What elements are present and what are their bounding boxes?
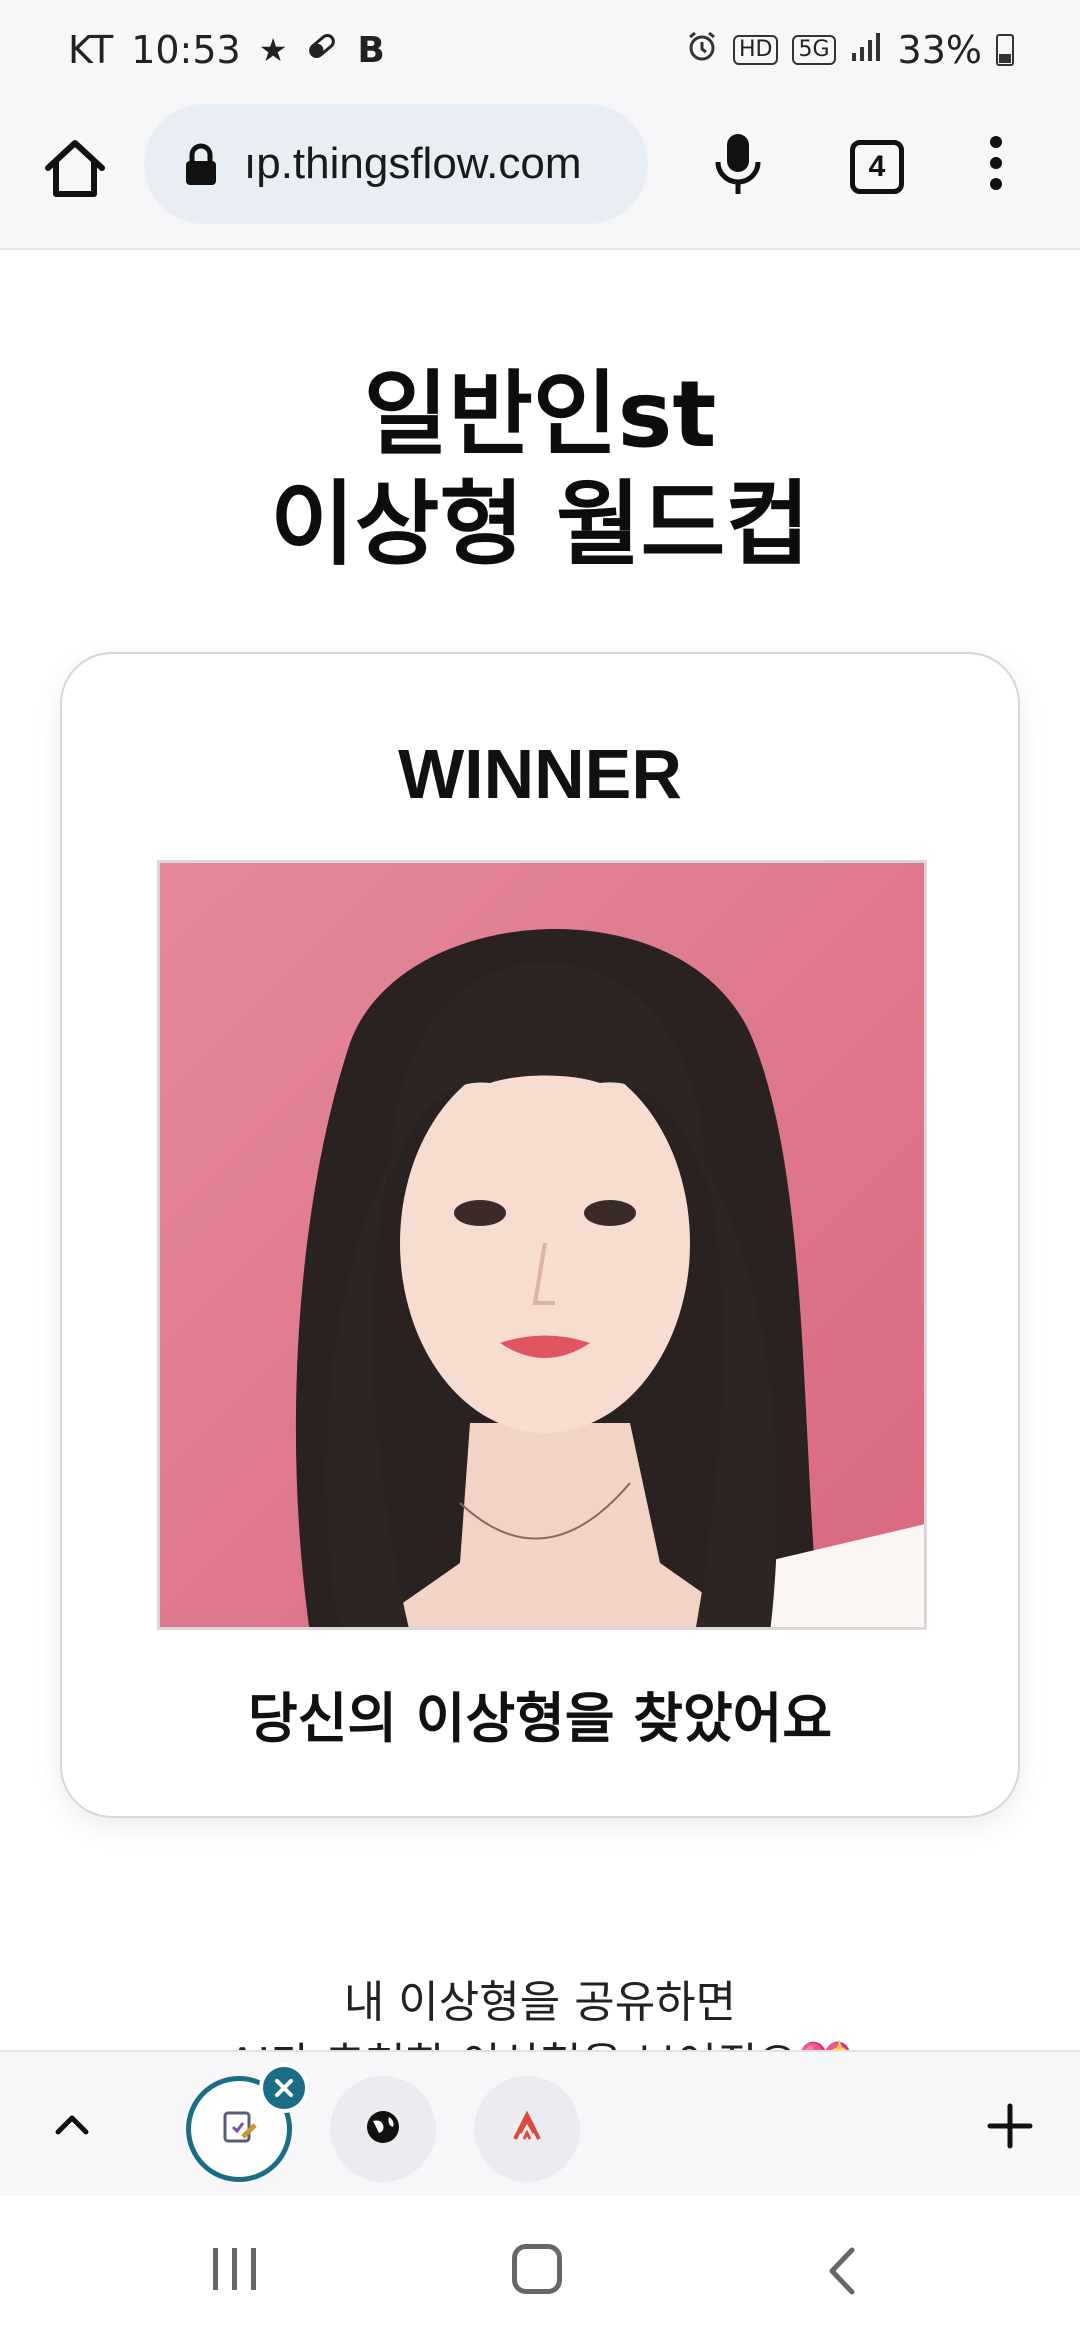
page-title-line2: 이상형 월드컵 bbox=[270, 471, 810, 578]
url-text: ıp.thingsflow.com bbox=[244, 139, 582, 188]
portrait-illustration bbox=[160, 863, 924, 1627]
home-nav-icon[interactable] bbox=[512, 2244, 562, 2294]
mic-icon[interactable] bbox=[710, 130, 766, 200]
lock-icon bbox=[184, 142, 218, 186]
hd-badge: HD bbox=[733, 35, 779, 65]
note-edit-icon bbox=[219, 2107, 259, 2151]
recents-icon[interactable] bbox=[210, 2246, 260, 2292]
status-right: HD 5G 33% bbox=[685, 28, 1014, 72]
more-vert-icon[interactable] bbox=[984, 136, 1008, 200]
tab-switcher-button[interactable]: 4 bbox=[850, 140, 904, 194]
status-bar: KT 10:53 ★ B HD 5G 33% bbox=[0, 0, 1080, 100]
winner-photo bbox=[157, 860, 927, 1630]
screen: KT 10:53 ★ B HD 5G 33% ıp.thingsflow.com… bbox=[0, 0, 1080, 2340]
globe-icon bbox=[363, 2107, 403, 2151]
tab-thumbnail-app[interactable] bbox=[474, 2076, 580, 2182]
address-bar[interactable]: ıp.thingsflow.com bbox=[144, 104, 648, 224]
signal-icon bbox=[850, 28, 884, 72]
tab-strip bbox=[0, 2050, 1080, 2196]
b-notification-icon: B bbox=[357, 29, 385, 71]
battery-icon bbox=[996, 34, 1014, 66]
browser-toolbar: ıp.thingsflow.com 4 bbox=[0, 100, 1080, 250]
system-nav-bar bbox=[0, 2196, 1080, 2340]
chevron-up-icon[interactable] bbox=[48, 2100, 96, 2148]
plus-icon[interactable] bbox=[982, 2098, 1038, 2154]
page-title-line1: 일반인st bbox=[363, 361, 717, 468]
battery-fill bbox=[999, 53, 1011, 63]
carrier-label: KT bbox=[68, 28, 114, 72]
clock: 10:53 bbox=[131, 28, 241, 72]
back-icon[interactable] bbox=[824, 2246, 858, 2296]
close-icon[interactable] bbox=[259, 2063, 309, 2113]
tab-thumbnail-active[interactable] bbox=[186, 2063, 309, 2182]
pill-icon bbox=[305, 29, 339, 71]
star-icon: ★ bbox=[258, 31, 288, 69]
winner-card: WINNER 당신의 이상형을 찾았어요 bbox=[60, 652, 1020, 1818]
network-badge: 5G bbox=[792, 35, 836, 65]
page-title: 일반인st 이상형 월드컵 bbox=[0, 360, 1080, 580]
home-icon[interactable] bbox=[40, 134, 110, 204]
winner-caption: 당신의 이상형을 찾았어요 bbox=[247, 1687, 833, 1750]
battery-percent: 33% bbox=[897, 28, 982, 72]
app-logo-icon bbox=[507, 2107, 547, 2151]
tab-thumbnail-globe[interactable] bbox=[330, 2076, 436, 2182]
status-left: KT 10:53 ★ B bbox=[68, 28, 385, 72]
share-line1: 내 이상형을 공유하면 bbox=[343, 1977, 737, 2028]
winner-label: WINNER bbox=[398, 735, 682, 813]
alarm-icon bbox=[685, 28, 719, 72]
